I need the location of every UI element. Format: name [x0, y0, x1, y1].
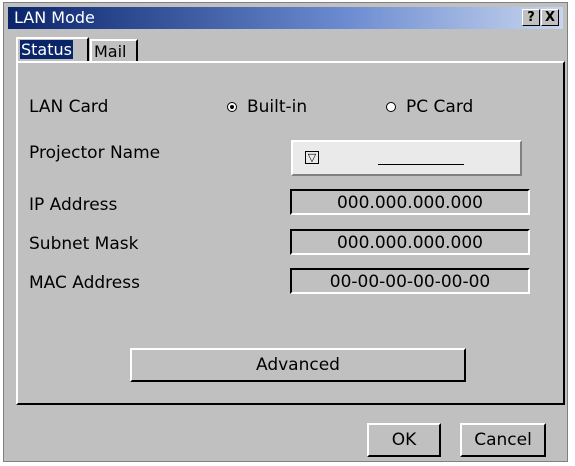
close-button[interactable]: X — [541, 9, 559, 26]
subnet-mask-label: Subnet Mask — [29, 234, 139, 254]
tab-mail[interactable]: Mail — [90, 39, 138, 61]
cancel-button[interactable]: Cancel — [460, 423, 546, 457]
lan-mode-dialog: LAN Mode ? X Status Mail LAN Card Built-… — [3, 2, 568, 462]
tab-status-label: Status — [20, 40, 73, 59]
radio-built-in-label: Built-in — [247, 97, 308, 117]
tab-mail-label: Mail — [94, 42, 127, 61]
projector-name-label: Projector Name — [29, 143, 161, 163]
subnet-mask-field: 000.000.000.000 — [290, 229, 530, 255]
lan-card-label: LAN Card — [29, 97, 109, 117]
advanced-button[interactable]: Advanced — [130, 348, 466, 382]
window-title: LAN Mode — [14, 8, 95, 27]
projector-name-underline — [378, 164, 464, 165]
radio-built-in-indicator — [227, 102, 237, 112]
ok-button[interactable]: OK — [367, 423, 441, 457]
projector-name-field[interactable]: ▽ — [291, 140, 522, 176]
title-bar[interactable]: LAN Mode ? X — [8, 7, 563, 29]
title-buttons: ? X — [521, 9, 559, 26]
ip-address-label: IP Address — [29, 195, 118, 215]
mac-address-field: 00-00-00-00-00-00 — [290, 268, 530, 294]
tab-status[interactable]: Status — [16, 37, 89, 61]
help-button[interactable]: ? — [522, 9, 540, 26]
radio-pc-card[interactable]: PC Card — [386, 97, 473, 117]
radio-pc-card-indicator — [386, 102, 396, 112]
radio-built-in[interactable]: Built-in — [227, 97, 307, 117]
mac-address-label: MAC Address — [29, 273, 140, 293]
radio-pc-card-label: PC Card — [406, 97, 474, 117]
ip-address-field: 000.000.000.000 — [290, 189, 530, 215]
triangle-down-icon[interactable]: ▽ — [305, 151, 319, 164]
